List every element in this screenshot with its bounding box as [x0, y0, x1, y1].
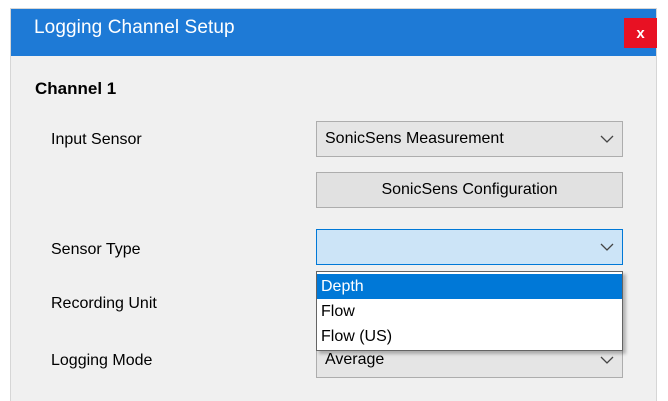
option-flow[interactable]: Flow [317, 299, 622, 324]
input-sensor-select[interactable]: SonicSens Measurement [316, 121, 623, 157]
sensor-type-label: Sensor Type [51, 241, 141, 258]
logging-mode-value: Average [325, 351, 385, 368]
window-title: Logging Channel Setup [34, 17, 235, 38]
input-sensor-label: Input Sensor [51, 131, 142, 148]
close-button[interactable]: x [624, 18, 657, 48]
sensor-type-dropdown-list: Depth Flow Flow (US) [316, 271, 623, 351]
sensor-type-select[interactable] [316, 229, 623, 265]
chevron-down-icon [600, 356, 614, 364]
option-flow-us[interactable]: Flow (US) [317, 324, 622, 349]
input-sensor-value: SonicSens Measurement [325, 130, 504, 147]
option-depth[interactable]: Depth [317, 274, 622, 299]
title-bar: Logging Channel Setup x [11, 9, 657, 56]
logging-mode-label: Logging Mode [51, 352, 153, 369]
close-icon: x [636, 24, 645, 42]
chevron-down-icon [600, 243, 614, 251]
chevron-down-icon [600, 135, 614, 143]
sonicsens-configuration-button[interactable]: SonicSens Configuration [316, 172, 623, 208]
recording-unit-label: Recording Unit [51, 295, 157, 312]
logging-channel-setup-dialog: Logging Channel Setup x Channel 1 Input … [11, 9, 657, 401]
channel-heading: Channel 1 [35, 79, 117, 98]
sonicsens-configuration-label: SonicSens Configuration [381, 181, 558, 198]
